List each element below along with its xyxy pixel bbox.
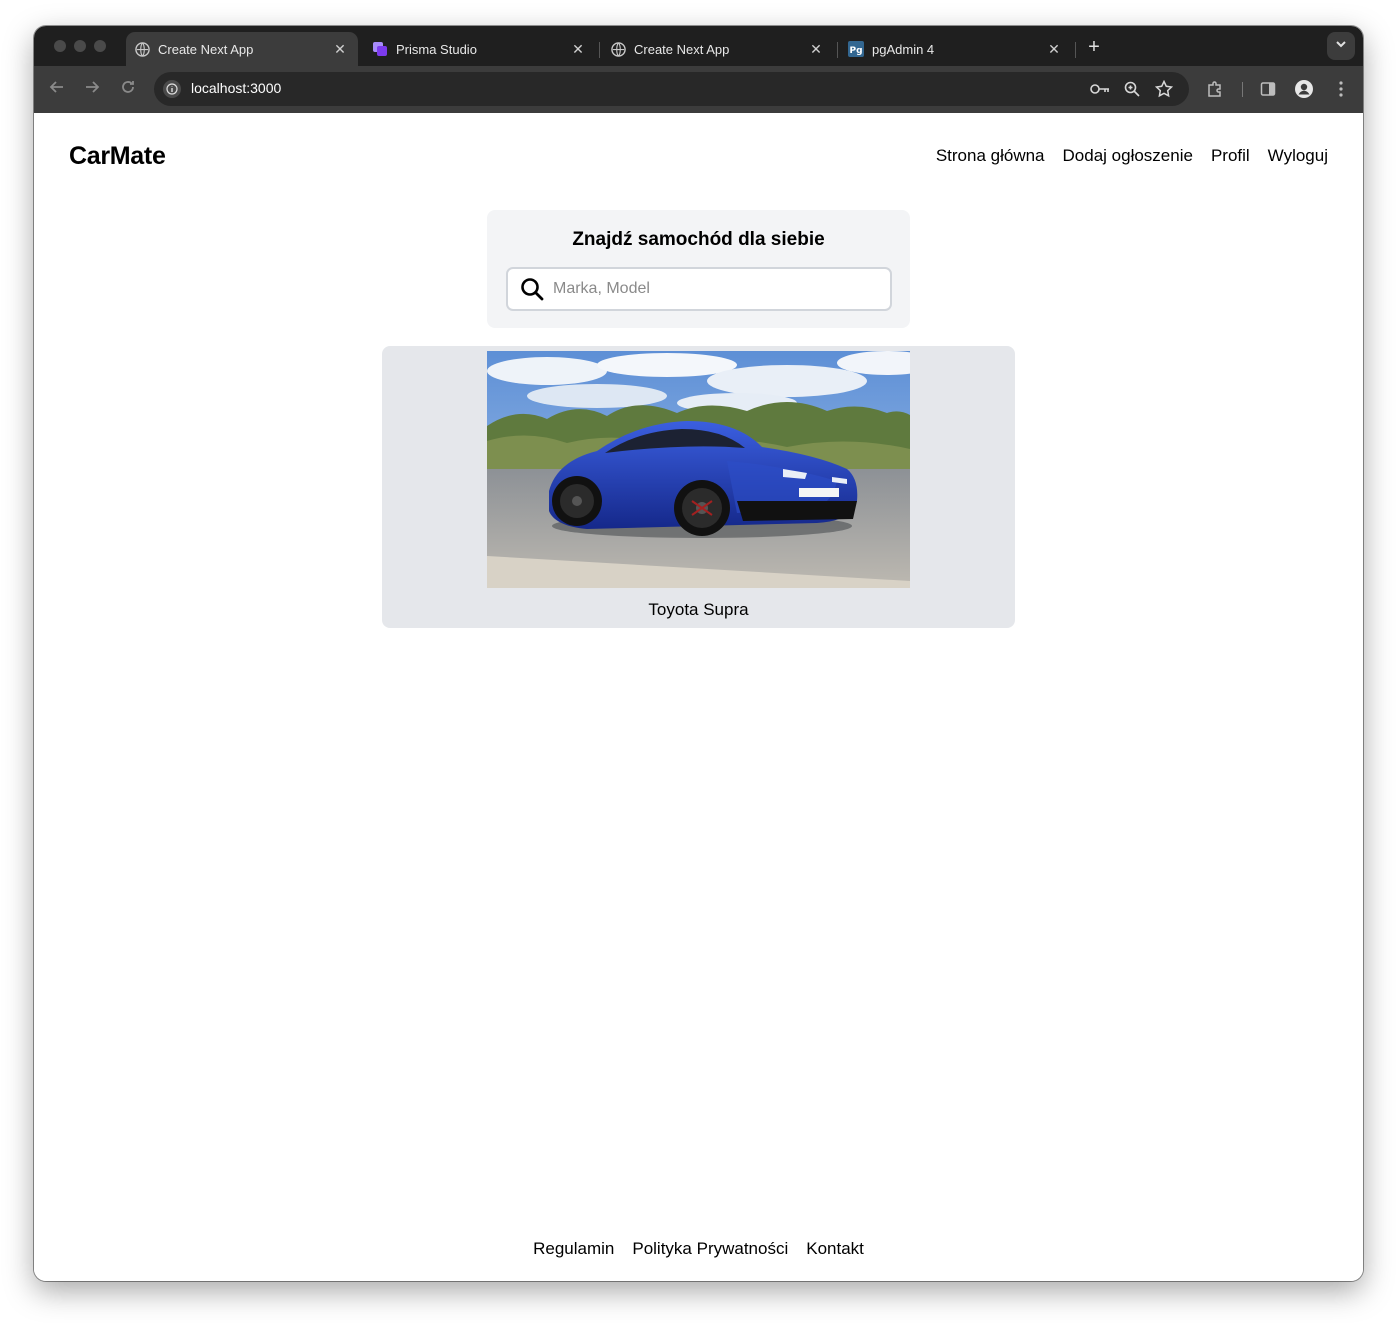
tab-search-button[interactable]	[1327, 32, 1355, 60]
svg-text:Pg: Pg	[849, 46, 862, 56]
listing-card[interactable]: Toyota Supra	[382, 346, 1015, 628]
menu-kebab-icon[interactable]	[1330, 78, 1352, 100]
footer-link-terms[interactable]: Regulamin	[533, 1239, 614, 1259]
footer-link-contact[interactable]: Kontakt	[806, 1239, 864, 1259]
globe-icon	[134, 41, 150, 57]
address-bar[interactable]: localhost:3000	[154, 72, 1189, 106]
tab-pgadmin[interactable]: Pg pgAdmin 4 ✕	[840, 32, 1072, 66]
tab-create-next-app-1[interactable]: Create Next App ✕	[126, 32, 358, 66]
web-page: CarMate Strona główna Dodaj ogłoszenie P…	[34, 113, 1363, 1281]
search-input[interactable]	[553, 280, 890, 298]
nav-link-home[interactable]: Strona główna	[936, 146, 1045, 166]
profile-avatar-icon[interactable]	[1293, 78, 1315, 100]
search-heading: Znajdź samochód dla siebie	[572, 229, 825, 250]
side-panel-icon[interactable]	[1257, 78, 1279, 100]
zoom-icon[interactable]	[1122, 79, 1142, 99]
prisma-icon	[372, 41, 388, 57]
car-photo[interactable]	[487, 351, 910, 588]
tab-title: pgAdmin 4	[872, 41, 935, 57]
tab-title: Create Next App	[158, 41, 254, 57]
pgadmin-icon: Pg	[848, 41, 864, 57]
tab-strip: Create Next App ✕ Prisma Studio ✕ Create…	[34, 26, 1363, 66]
extensions-icon[interactable]	[1204, 78, 1226, 100]
search-panel: Znajdź samochód dla siebie	[487, 210, 910, 328]
tab-divider	[599, 42, 600, 58]
close-icon[interactable]: ✕	[332, 41, 348, 57]
reload-icon	[120, 79, 136, 100]
browser-toolbar: localhost:3000	[34, 66, 1363, 113]
nav-link-add-listing[interactable]: Dodaj ogłoszenie	[1063, 146, 1193, 166]
password-key-icon[interactable]	[1090, 79, 1110, 99]
close-icon[interactable]: ✕	[570, 41, 586, 57]
new-tab-button[interactable]: +	[1082, 36, 1106, 60]
close-icon[interactable]: ✕	[808, 41, 824, 57]
nav-link-logout[interactable]: Wyloguj	[1268, 146, 1328, 166]
main-nav: Strona główna Dodaj ogłoszenie Profil Wy…	[936, 146, 1328, 166]
minimize-window-button[interactable]	[74, 40, 86, 52]
nav-link-profile[interactable]: Profil	[1211, 146, 1250, 166]
maximize-window-button[interactable]	[94, 40, 106, 52]
back-button[interactable]	[46, 78, 68, 100]
tab-divider	[1075, 42, 1076, 58]
tab-title: Create Next App	[634, 41, 730, 57]
globe-icon	[610, 41, 626, 57]
chevron-down-icon	[1335, 37, 1347, 55]
tab-prisma-studio[interactable]: Prisma Studio ✕	[364, 32, 596, 66]
search-icon	[519, 276, 545, 302]
arrow-left-icon	[49, 79, 65, 100]
site-logo[interactable]: CarMate	[69, 142, 166, 171]
bookmark-star-icon[interactable]	[1154, 79, 1174, 99]
site-footer: Regulamin Polityka Prywatności Kontakt	[34, 1239, 1363, 1259]
forward-button[interactable]	[81, 78, 103, 100]
url-text[interactable]: localhost:3000	[191, 80, 281, 96]
search-field[interactable]	[506, 267, 892, 311]
close-icon[interactable]: ✕	[1046, 41, 1062, 57]
footer-link-privacy[interactable]: Polityka Prywatności	[632, 1239, 788, 1259]
toolbar-divider	[1242, 82, 1243, 97]
site-info-icon[interactable]	[163, 80, 181, 98]
tab-title: Prisma Studio	[396, 41, 477, 57]
tab-create-next-app-2[interactable]: Create Next App ✕	[602, 32, 834, 66]
listing-title[interactable]: Toyota Supra	[382, 600, 1015, 620]
browser-window: Create Next App ✕ Prisma Studio ✕ Create…	[34, 26, 1363, 1281]
tab-divider	[837, 42, 838, 58]
close-window-button[interactable]	[54, 40, 66, 52]
reload-button[interactable]	[117, 78, 139, 100]
arrow-right-icon	[84, 79, 100, 100]
